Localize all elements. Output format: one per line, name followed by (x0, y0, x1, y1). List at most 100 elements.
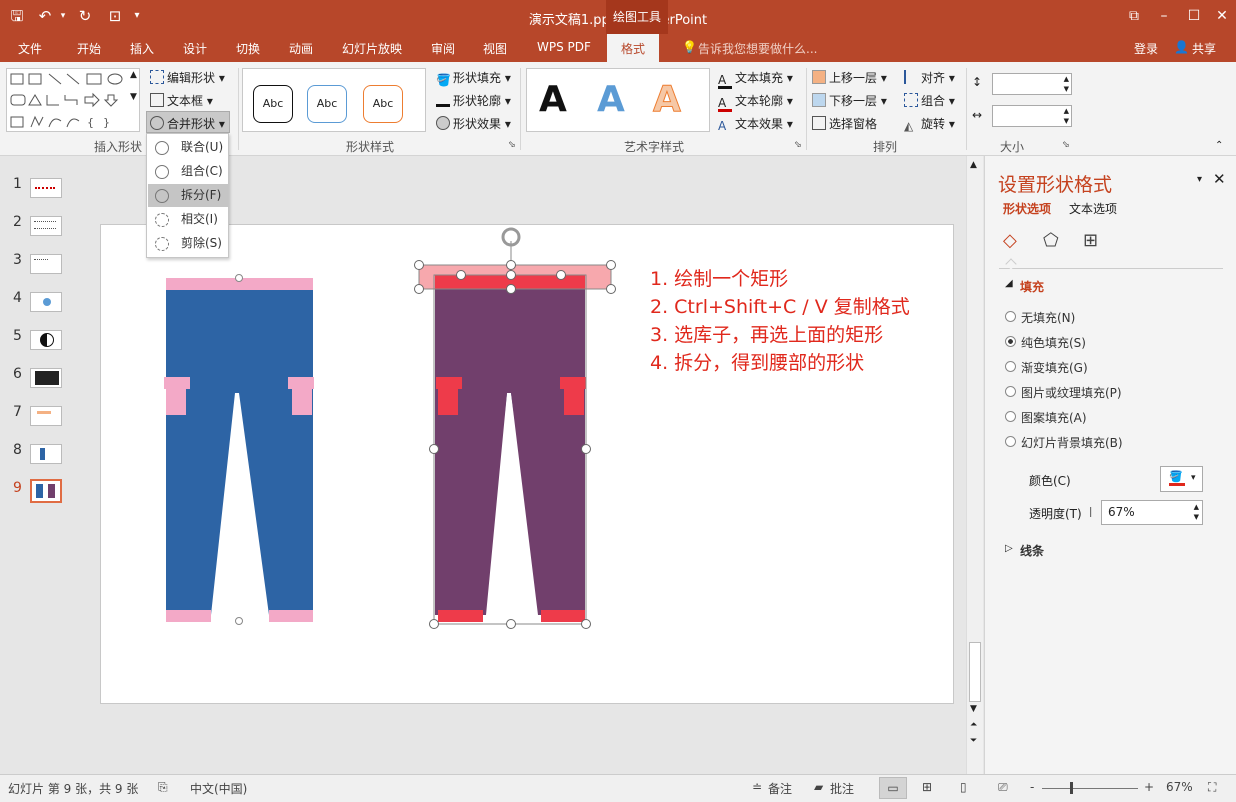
right-pocket[interactable] (292, 389, 312, 415)
shape-style-orange[interactable]: Abc (363, 85, 403, 123)
tab-wps-pdf[interactable]: WPS PDF (537, 40, 591, 54)
selection-handle[interactable] (429, 444, 439, 454)
collapse-fill-icon[interactable]: ◢ (1005, 278, 1013, 289)
slide-thumbnail[interactable]: 7 (0, 402, 84, 432)
text-outline-button[interactable]: A 文本轮廓 ▾ (718, 92, 793, 112)
radio-pattern-fill[interactable]: 图案填充(A) (1005, 409, 1087, 426)
notes-icon[interactable]: ≐ (752, 780, 762, 794)
slide-sorter-icon[interactable]: ⊞ (922, 780, 932, 794)
tab-format[interactable]: 格式 (607, 34, 660, 62)
selection-handle[interactable] (581, 444, 591, 454)
shape-style-blue[interactable]: Abc (307, 85, 347, 123)
width-input[interactable]: ▲ ▼ (992, 105, 1072, 127)
sign-in-link[interactable]: 登录 (1134, 40, 1158, 57)
shape-gallery-up-icon[interactable]: ▲ (130, 70, 137, 80)
text-fill-button[interactable]: A 文本填充 ▾ (718, 69, 793, 89)
tab-shape-options[interactable]: 形状选项 (1003, 200, 1051, 217)
tab-review[interactable]: 审阅 (431, 40, 455, 57)
collapse-ribbon-icon[interactable]: ⌃ (1215, 140, 1223, 151)
scroll-down-icon[interactable]: ▼ (970, 704, 977, 714)
left-pocket-top[interactable] (436, 377, 462, 389)
zoom-level[interactable]: 67% (1166, 780, 1193, 794)
restore-ribbon-icon[interactable]: ⧉ (1122, 6, 1146, 26)
shape-styles-gallery[interactable]: Abc Abc Abc (242, 68, 426, 132)
selection-handle[interactable] (429, 619, 439, 629)
menu-item-fragment[interactable]: 拆分(F) (148, 184, 228, 207)
left-cuff[interactable] (166, 610, 211, 622)
menu-item-union[interactable]: 联合(U) (148, 136, 228, 159)
fill-section-header[interactable]: 填充 (1020, 278, 1044, 295)
slide-thumbnail[interactable]: 5 (0, 326, 84, 356)
maximize-icon[interactable]: ☐ (1182, 6, 1206, 26)
slide-thumbnail-selected[interactable]: 9 (0, 478, 84, 508)
tab-insert[interactable]: 插入 (130, 40, 154, 57)
normal-view-icon[interactable]: ▭ (879, 777, 907, 799)
radio-solid-fill[interactable]: 纯色填充(S) (1005, 334, 1086, 351)
menu-item-subtract[interactable]: 剪除(S) (148, 232, 228, 255)
wordart-style-orange[interactable]: A (653, 79, 682, 121)
height-input[interactable]: ▲ ▼ (992, 73, 1072, 95)
tab-view[interactable]: 视图 (483, 40, 507, 57)
selection-handle[interactable] (506, 270, 516, 280)
wordart-style-blue[interactable]: A (597, 79, 625, 120)
left-pocket[interactable] (438, 389, 458, 415)
vertical-scrollbar[interactable]: ▲ ▼ ⏶ ⏷ (966, 156, 983, 774)
tab-home[interactable]: 开始 (77, 40, 101, 57)
selection-handle[interactable] (414, 260, 424, 270)
right-pocket[interactable] (564, 389, 584, 415)
slide-thumbnail[interactable]: 8 (0, 440, 84, 470)
selection-handle[interactable] (414, 284, 424, 294)
align-button[interactable]: 对齐 ▾ (904, 69, 955, 86)
tab-design[interactable]: 设计 (183, 40, 207, 57)
text-box-button[interactable]: 文本框 ▾ (150, 92, 213, 109)
text-effects-button[interactable]: A 文本效果 ▾ (718, 115, 793, 133)
expand-line-icon[interactable]: ▷ (1005, 543, 1013, 554)
tab-text-options[interactable]: 文本选项 (1069, 200, 1117, 217)
shape-gallery-down-icon[interactable]: ▼ (130, 92, 137, 102)
transparency-slider-icon[interactable]: ǀ (1089, 505, 1092, 518)
menu-item-combine[interactable]: 组合(C) (148, 160, 228, 183)
spell-check-icon[interactable]: ⎘ (158, 780, 168, 795)
reading-view-icon[interactable]: ▯ (960, 780, 967, 794)
dialog-launcher-icon[interactable]: ⬂ (794, 140, 802, 150)
slideshow-icon[interactable]: ⎚ (998, 780, 1008, 795)
wordart-gallery[interactable]: A A A (526, 68, 710, 132)
selection-pane-button[interactable]: 选择窗格 (812, 115, 877, 132)
wordart-style-black[interactable]: A (539, 79, 567, 120)
scroll-up-icon[interactable]: ▲ (970, 160, 977, 170)
zoom-slider-thumb[interactable] (1070, 782, 1073, 794)
selection-handle[interactable] (506, 284, 516, 294)
size-properties-icon[interactable]: ⊞ (1083, 230, 1107, 254)
notes-button[interactable]: 备注 (768, 780, 792, 797)
shape-effects-button[interactable]: 形状效果 ▾ (436, 115, 511, 132)
fill-line-icon[interactable]: ◇ (1003, 230, 1027, 254)
language-indicator[interactable]: 中文(中国) (190, 780, 247, 797)
height-spinner-icon[interactable]: ▲ ▼ (1064, 74, 1069, 94)
group-button[interactable]: 组合 ▾ (904, 92, 955, 109)
comments-button[interactable]: 批注 (830, 780, 854, 797)
selection-handle[interactable] (235, 617, 243, 625)
close-icon[interactable]: ✕ (1210, 6, 1234, 26)
radio-picture-fill[interactable]: 图片或纹理填充(P) (1005, 384, 1122, 401)
tab-transitions[interactable]: 切换 (236, 40, 260, 57)
left-pocket-top[interactable] (164, 377, 190, 389)
selection-handle[interactable] (606, 284, 616, 294)
pane-close-icon[interactable]: ✕ (1213, 170, 1226, 188)
scroll-thumb[interactable] (969, 642, 981, 702)
shape-outline-button[interactable]: 形状轮廓 ▾ (436, 92, 511, 109)
right-pocket-top[interactable] (288, 377, 314, 389)
bring-forward-button[interactable]: 上移一层 ▾ (812, 69, 887, 86)
selection-handle[interactable] (506, 619, 516, 629)
instruction-line[interactable]: 3. 选库子，再选上面的矩形 (650, 320, 883, 347)
tab-animations[interactable]: 动画 (289, 40, 313, 57)
slide-thumbnail[interactable]: 2 (0, 212, 84, 242)
slide-thumbnail[interactable]: 3 (0, 250, 84, 280)
color-picker-button[interactable]: 🪣 ▾ (1160, 466, 1203, 492)
zoom-in-button[interactable]: + (1144, 780, 1154, 794)
dialog-launcher-icon[interactable]: ⬂ (508, 140, 516, 150)
instruction-line[interactable]: 2. Ctrl+Shift+C / V 复制格式 (650, 292, 910, 319)
slide-thumbnail[interactable]: 6 (0, 364, 84, 394)
menu-item-intersect[interactable]: 相交(I) (148, 208, 228, 231)
transparency-input[interactable]: 67% ▲ ▼ (1101, 500, 1203, 525)
shape-style-black[interactable]: Abc (253, 85, 293, 123)
